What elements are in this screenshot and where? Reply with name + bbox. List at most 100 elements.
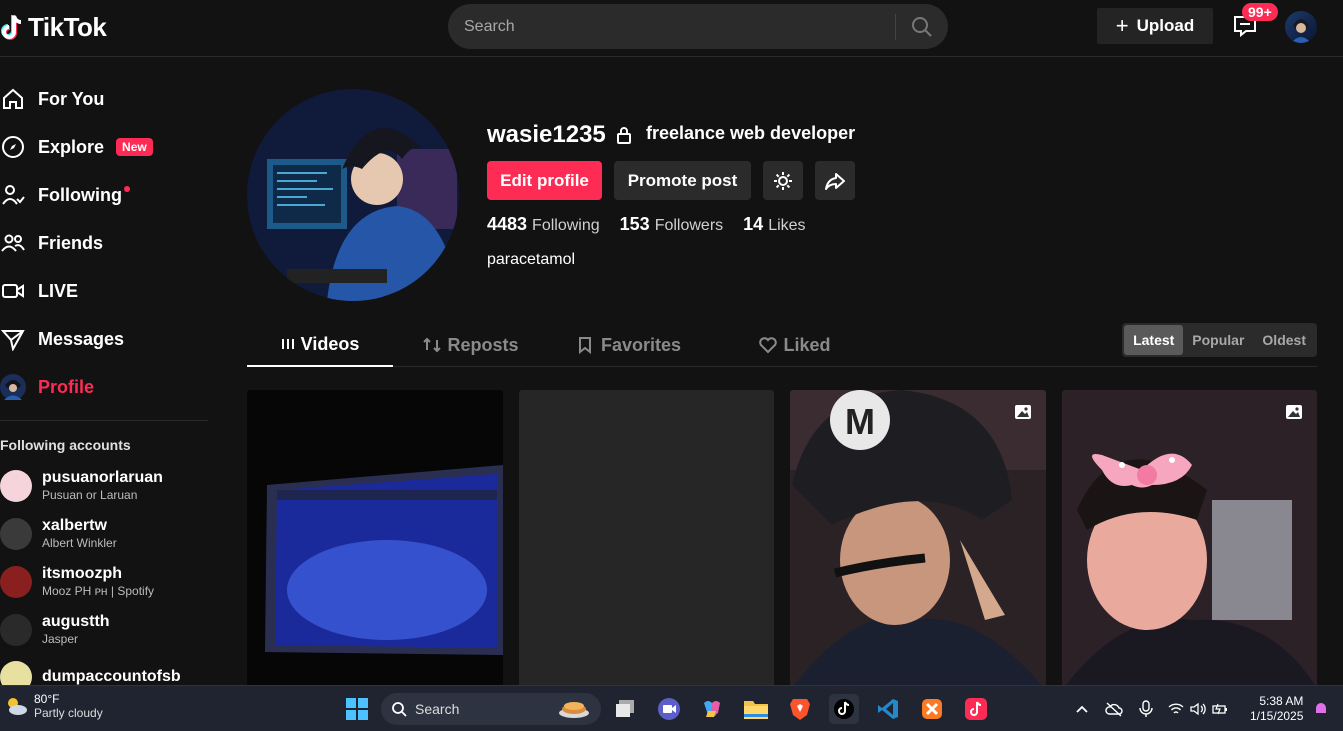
microphone-button[interactable] — [1136, 694, 1156, 724]
account-username: itsmoozph — [42, 565, 122, 582]
following-account[interactable]: augustth Jasper — [0, 613, 110, 646]
partly-cloudy-icon — [8, 698, 27, 715]
weather-widget[interactable]: 80°F Partly cloudy — [4, 692, 103, 720]
search-icon — [912, 16, 932, 37]
stat-label: Likes — [768, 217, 806, 234]
stat-number: 4483 — [487, 214, 528, 234]
tiktok-app-button[interactable] — [961, 694, 991, 724]
promote-post-button[interactable]: Promote post — [614, 161, 751, 200]
avatar — [0, 565, 32, 598]
clock-date: 1/15/2025 — [1250, 709, 1304, 723]
tiktok-logo[interactable]: TikTok — [0, 12, 107, 43]
video-card[interactable] — [247, 390, 503, 690]
gear-icon — [774, 171, 792, 190]
profile-display-name: freelance web developer — [646, 123, 856, 143]
search-input[interactable] — [448, 17, 895, 36]
settings-button[interactable] — [763, 161, 803, 200]
taskbar-search-label: Search — [415, 701, 460, 717]
tab-label: Reposts — [447, 334, 519, 355]
heart-icon — [759, 337, 778, 354]
following-account[interactable]: pusuanorlaruan Pusuan or Laruan — [0, 469, 163, 502]
vscode-button[interactable] — [873, 694, 903, 724]
edit-profile-button[interactable]: Edit profile — [487, 161, 602, 200]
sort-latest-button[interactable]: Latest — [1124, 325, 1184, 355]
sort-oldest-button[interactable]: Oldest — [1253, 325, 1315, 355]
sidebar-item-following[interactable]: Following — [0, 175, 130, 215]
avatar — [0, 517, 32, 550]
upload-button[interactable]: + Upload — [1097, 8, 1213, 44]
sidebar-item-for-you[interactable]: For You — [0, 79, 104, 119]
avatar — [0, 374, 26, 400]
share-button[interactable] — [815, 161, 855, 200]
svg-text:M: M — [845, 401, 875, 442]
show-hidden-icons-button[interactable] — [1072, 694, 1092, 724]
stat-label: Followers — [654, 217, 724, 234]
sidebar-item-profile[interactable]: Profile — [0, 367, 94, 407]
tiktok-icon — [965, 698, 987, 720]
search-button[interactable] — [896, 4, 948, 49]
top-bar: TikTok + Upload 99+ — [0, 0, 1343, 57]
stat-followers[interactable]: 153 Followers — [620, 214, 724, 235]
task-view-button[interactable] — [610, 694, 640, 724]
account-name: Pusuan or Laruan — [42, 488, 138, 502]
file-explorer-button[interactable] — [741, 694, 771, 724]
video-grid: M — [247, 390, 1317, 690]
system-clock[interactable]: 5:38 AM 1/15/2025 — [1250, 694, 1303, 724]
stat-following[interactable]: 4483 Following — [487, 214, 600, 235]
profile-bio: paracetamol — [487, 251, 576, 268]
stat-number: 14 — [743, 214, 764, 234]
xampp-icon — [922, 699, 942, 719]
brave-browser-button[interactable] — [785, 694, 815, 724]
photo-post-card[interactable]: M — [790, 390, 1046, 690]
cloud-off-icon — [1105, 702, 1123, 717]
sidebar-item-messages[interactable]: Messages — [0, 319, 124, 359]
sidebar-item-label: For You — [38, 88, 105, 109]
avatar[interactable] — [1285, 11, 1317, 43]
network-volume-battery[interactable] — [1168, 694, 1228, 724]
cloud-sync-button[interactable] — [1104, 694, 1124, 724]
sidebar-item-label: Following — [38, 184, 122, 205]
sidebar-item-label: Explore — [38, 136, 105, 157]
vscode-icon — [878, 699, 898, 719]
sort-popular-button[interactable]: Popular — [1183, 325, 1253, 355]
chevron-up-icon — [1076, 705, 1088, 713]
windows-start-button[interactable] — [342, 694, 372, 724]
account-name: Albert Winkler — [42, 536, 117, 550]
copilot-icon — [704, 701, 720, 717]
windows-icon — [346, 698, 368, 720]
bell-icon — [1316, 703, 1326, 715]
tab-videos[interactable]: Videos — [247, 323, 393, 367]
folder-icon — [744, 701, 768, 719]
share-icon — [825, 172, 845, 190]
profile-avatar[interactable] — [247, 89, 459, 301]
sidebar-item-friends[interactable]: Friends — [0, 223, 103, 263]
notifications-button[interactable] — [1312, 694, 1330, 724]
account-name: Mooz PH ᴘʜ | Spotify — [42, 584, 155, 598]
brave-icon — [790, 699, 810, 720]
taskbar-search[interactable]: Search — [381, 693, 601, 725]
search-bar — [448, 4, 948, 49]
tab-label: Favorites — [600, 334, 682, 355]
profile-stats: 4483 Following 153 Followers 14 Likes — [487, 214, 806, 235]
meet-app-button[interactable] — [654, 694, 684, 724]
wifi-icon — [1168, 703, 1184, 714]
image-icon — [1286, 405, 1302, 419]
sidebar-item-explore[interactable]: Explore New — [0, 127, 153, 167]
copilot-button[interactable] — [697, 694, 727, 724]
following-account[interactable]: xalbertw Albert Winkler — [0, 517, 117, 550]
windows-taskbar: 80°F Partly cloudy Search 5:38 AM 1/15/2… — [0, 685, 1343, 731]
tab-reposts[interactable]: Reposts — [411, 323, 531, 367]
stat-number: 153 — [619, 214, 650, 234]
notification-dot — [123, 186, 130, 192]
video-card[interactable] — [518, 390, 774, 690]
upload-label: Upload — [1136, 16, 1195, 35]
pancake-icon — [559, 702, 589, 718]
xampp-button[interactable] — [917, 694, 947, 724]
tab-favorites[interactable]: Favorites — [569, 323, 689, 367]
following-account[interactable]: itsmoozph Mooz PH ᴘʜ | Spotify — [0, 565, 154, 598]
microphone-icon — [1139, 700, 1153, 717]
sidebar-item-live[interactable]: LIVE — [0, 271, 78, 311]
tab-liked[interactable]: Liked — [735, 323, 855, 367]
tiktok-taskbar-button[interactable] — [829, 694, 859, 724]
photo-post-card[interactable] — [1061, 390, 1317, 690]
